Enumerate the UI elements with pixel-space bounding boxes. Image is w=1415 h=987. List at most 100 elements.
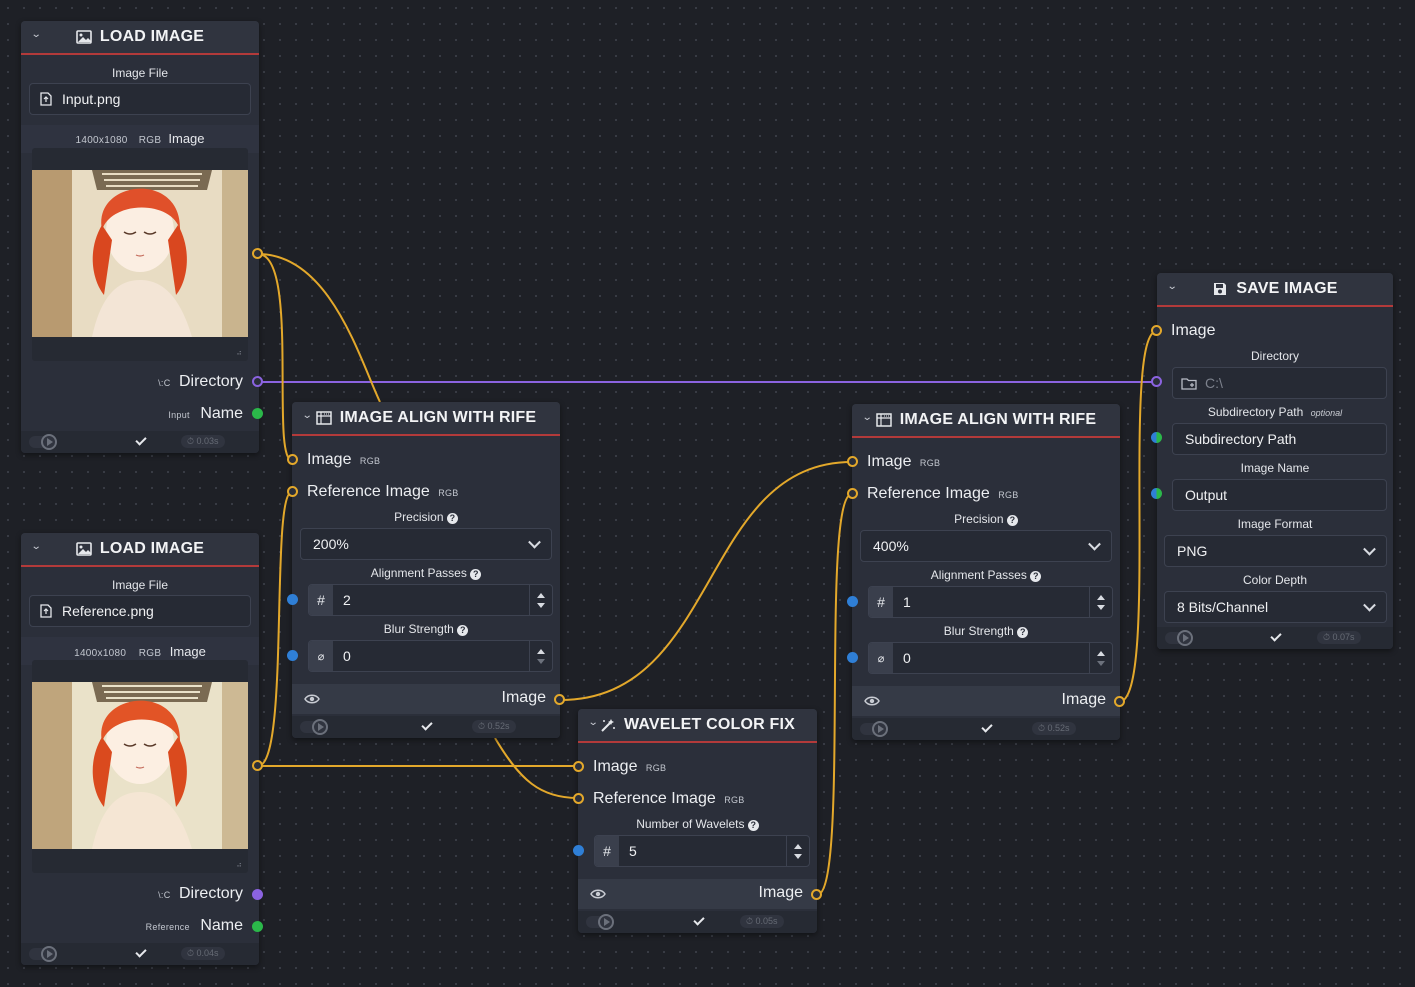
name-output-socket[interactable]: [252, 408, 263, 419]
chevron-down-icon[interactable]: ⌄: [31, 541, 42, 552]
blur-strength-stepper[interactable]: ⌀ 0: [868, 642, 1113, 674]
name-output: Input Name: [168, 405, 243, 423]
decrement-icon[interactable]: [1097, 660, 1105, 666]
load-image-node-reference[interactable]: ⌄ LOAD IMAGE Image File Reference.png 14…: [21, 533, 259, 965]
blur-strength-stepper[interactable]: ⌀ 0: [308, 640, 553, 672]
decrement-icon[interactable]: [537, 658, 545, 664]
directory-output-socket[interactable]: [252, 376, 263, 387]
image-align-node-2[interactable]: ⌄ IMAGE ALIGN WITH RIFE Image RGB Refere…: [852, 404, 1120, 740]
directory-input[interactable]: C:\: [1172, 367, 1387, 399]
run-node-icon[interactable]: [41, 946, 57, 962]
number-of-wavelets-stepper[interactable]: #5: [594, 835, 810, 867]
wire-align1-to-align2-image: [559, 461, 853, 701]
name-output-socket[interactable]: [252, 921, 263, 932]
check-icon[interactable]: [135, 946, 147, 958]
image-output-socket[interactable]: [811, 889, 822, 900]
folder-icon: [1181, 377, 1197, 390]
image-name-input-socket[interactable]: [1151, 488, 1162, 499]
check-icon[interactable]: [693, 914, 705, 926]
run-node-icon[interactable]: [872, 721, 888, 737]
blur-strength-socket[interactable]: [847, 652, 858, 663]
decrement-icon[interactable]: [794, 853, 802, 859]
help-icon[interactable]: ?: [470, 569, 482, 580]
chevron-down-icon: [1088, 537, 1101, 551]
image-output-socket[interactable]: [252, 760, 263, 771]
reference-image-input-socket[interactable]: [287, 486, 298, 497]
precision-select[interactable]: 400%: [860, 530, 1112, 562]
reference-image-input-socket[interactable]: [847, 488, 858, 499]
directory-output-socket[interactable]: [252, 889, 263, 900]
subdirectory-input[interactable]: Subdirectory Path: [1172, 423, 1387, 455]
alignment-passes-stepper[interactable]: #1: [868, 586, 1113, 618]
image-preview[interactable]: ⠴: [32, 660, 248, 873]
eye-icon[interactable]: [864, 694, 880, 708]
image-output-socket[interactable]: [1114, 696, 1125, 707]
increment-icon[interactable]: [794, 843, 802, 849]
decrement-icon[interactable]: [1097, 604, 1105, 610]
help-icon[interactable]: ?: [1030, 571, 1042, 582]
increment-icon[interactable]: [1097, 650, 1105, 656]
image-input-socket[interactable]: [847, 456, 858, 467]
color-depth-select[interactable]: 8 Bits/Channel: [1164, 591, 1387, 623]
precision-select[interactable]: 200%: [300, 528, 552, 560]
subdirectory-input-socket[interactable]: [1151, 432, 1162, 443]
run-node-icon[interactable]: [598, 914, 614, 930]
load-image-node-input[interactable]: ⌄ LOAD IMAGE Image File Input.png 1400x1…: [21, 21, 259, 453]
image-output-socket[interactable]: [554, 694, 565, 705]
hash-icon: #: [309, 585, 333, 615]
chevron-down-icon[interactable]: ⌄: [302, 410, 313, 421]
image-align-node-1[interactable]: ⌄ IMAGE ALIGN WITH RIFE Image RGB Refere…: [292, 402, 560, 738]
node-header[interactable]: ⌄ IMAGE ALIGN WITH RIFE: [852, 404, 1120, 438]
image-preview[interactable]: ⠴: [32, 148, 248, 361]
node-header[interactable]: ⌄ IMAGE ALIGN WITH RIFE: [292, 402, 560, 436]
alignment-passes-socket[interactable]: [287, 594, 298, 605]
image-format-select[interactable]: PNG: [1164, 535, 1387, 567]
decrement-icon[interactable]: [537, 602, 545, 608]
image-input-socket[interactable]: [287, 454, 298, 465]
blur-strength-socket[interactable]: [287, 650, 298, 661]
help-icon[interactable]: ?: [1017, 627, 1029, 638]
image-file-input[interactable]: Input.png: [29, 83, 251, 115]
node-header[interactable]: ⌄ SAVE IMAGE: [1157, 273, 1393, 307]
directory-input-socket[interactable]: [1151, 376, 1162, 387]
chevron-down-icon[interactable]: ⌄: [1167, 281, 1178, 292]
save-image-node[interactable]: ⌄ SAVE IMAGE Image Directory C:\ Subdire…: [1157, 273, 1393, 649]
wire-load1-to-align1-ref: [257, 253, 381, 403]
resize-handle-icon[interactable]: ⠴: [236, 348, 242, 357]
resize-handle-icon[interactable]: ⠴: [236, 860, 242, 869]
check-icon[interactable]: [981, 721, 993, 733]
chevron-down-icon[interactable]: ⌄: [588, 717, 599, 728]
reference-image-input-socket[interactable]: [573, 793, 584, 804]
increment-icon[interactable]: [537, 648, 545, 654]
check-icon[interactable]: [135, 434, 147, 446]
check-icon[interactable]: [1270, 630, 1282, 642]
alignment-passes-stepper[interactable]: #2: [308, 584, 553, 616]
run-node-icon[interactable]: [312, 719, 328, 735]
eye-icon[interactable]: [304, 692, 320, 706]
eye-icon[interactable]: [590, 887, 606, 901]
image-mode-tag: RGB: [138, 135, 162, 146]
number-of-wavelets-socket[interactable]: [573, 845, 584, 856]
run-node-icon[interactable]: [41, 434, 57, 450]
run-node-icon[interactable]: [1177, 630, 1193, 646]
help-icon[interactable]: ?: [1006, 515, 1018, 526]
image-name-input[interactable]: Output: [1172, 479, 1387, 511]
image-input-socket[interactable]: [573, 761, 584, 772]
wire-align1-to-wavelet-ref: [494, 737, 579, 799]
chevron-down-icon[interactable]: ⌄: [31, 29, 42, 40]
node-header[interactable]: ⌄ LOAD IMAGE: [21, 21, 259, 55]
alignment-passes-socket[interactable]: [847, 596, 858, 607]
image-file-input[interactable]: Reference.png: [29, 595, 251, 627]
increment-icon[interactable]: [537, 592, 545, 598]
node-header[interactable]: ⌄ LOAD IMAGE: [21, 533, 259, 567]
wavelet-color-fix-node[interactable]: ⌄ WAVELET COLOR FIX Image RGB Reference …: [578, 709, 817, 933]
image-output-socket[interactable]: [252, 248, 263, 259]
node-header[interactable]: ⌄ WAVELET COLOR FIX: [578, 709, 817, 743]
check-icon[interactable]: [421, 719, 433, 731]
help-icon[interactable]: ?: [446, 513, 458, 524]
image-input-socket[interactable]: [1151, 325, 1162, 336]
help-icon[interactable]: ?: [747, 820, 759, 831]
increment-icon[interactable]: [1097, 594, 1105, 600]
chevron-down-icon[interactable]: ⌄: [862, 412, 873, 423]
help-icon[interactable]: ?: [457, 625, 469, 636]
